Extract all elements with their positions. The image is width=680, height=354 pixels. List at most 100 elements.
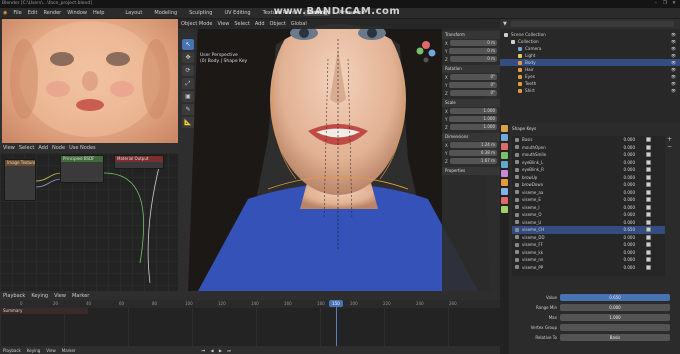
properties-tab-icon[interactable] xyxy=(501,161,508,168)
shape-key-row[interactable]: mouthSmile 0.000 xyxy=(512,151,665,159)
shape-key-value[interactable]: 0.000 xyxy=(605,220,635,225)
node-material-output[interactable]: Material Output xyxy=(114,155,164,169)
timeline-menu-marker[interactable]: Marker xyxy=(72,293,89,299)
visibility-eye-icon[interactable]: 👁 xyxy=(671,39,676,44)
current-frame-indicator[interactable]: 150 xyxy=(329,300,343,307)
3d-viewport[interactable]: Object Mode View Select Add Object Globa… xyxy=(178,19,500,291)
shape-key-mute-checkbox[interactable] xyxy=(646,174,651,180)
workspace-tab-sculpting[interactable]: Sculpting xyxy=(186,10,215,16)
properties-tab-icon[interactable] xyxy=(501,179,508,186)
footer-marker[interactable]: Marker xyxy=(62,348,76,353)
timeline-editor[interactable]: Playback Keying View Marker 0 20 40 60 80 100… xyxy=(0,291,500,354)
shape-key-row[interactable]: Basis 0.000 xyxy=(512,136,665,144)
shape-key-value[interactable]: 0.000 xyxy=(605,182,635,187)
frame-ruler[interactable]: 0 20 40 60 80 100 120 140 160 180 200 220 240 260 xyxy=(0,300,500,308)
visibility-eye-icon[interactable]: 👁 xyxy=(671,67,676,72)
shape-key-row[interactable]: viseme_U 0.000 xyxy=(512,219,665,227)
property-field-input[interactable]: 0.650 xyxy=(560,293,670,301)
footer-playback[interactable]: Playback xyxy=(3,348,21,353)
properties-tab-icon[interactable] xyxy=(501,125,508,132)
menu-help[interactable]: Help xyxy=(93,10,104,16)
annotate-tool-icon[interactable]: ✎ xyxy=(182,104,194,115)
shape-key-mute-checkbox[interactable] xyxy=(646,144,651,150)
properties-tab-icon[interactable] xyxy=(501,152,508,159)
shape-key-mute-checkbox[interactable] xyxy=(646,197,651,203)
visibility-eye-icon[interactable]: 👁 xyxy=(671,46,676,51)
outliner-item[interactable]: Teeth 👁 xyxy=(500,80,680,87)
npanel-field-input[interactable]: 1.000 xyxy=(449,116,497,122)
rotate-tool-icon[interactable]: ⟳ xyxy=(182,65,194,76)
shape-key-mute-checkbox[interactable] xyxy=(646,227,651,233)
shape-key-mute-checkbox[interactable] xyxy=(646,204,651,210)
measure-tool-icon[interactable]: 📐 xyxy=(182,117,194,128)
shape-key-value[interactable]: 0.000 xyxy=(605,257,635,262)
shape-key-row[interactable]: eyeBlink_R 0.000 xyxy=(512,166,665,174)
properties-tab-icon[interactable] xyxy=(501,134,508,141)
npanel-field-input[interactable]: 0 m xyxy=(449,48,497,54)
menu-file[interactable]: File xyxy=(13,10,21,16)
timeline-menu-keying[interactable]: Keying xyxy=(31,293,48,299)
shape-key-row[interactable]: viseme_O 0.000 xyxy=(512,211,665,219)
shape-key-value[interactable]: 0.000 xyxy=(605,145,635,150)
shape-key-mute-checkbox[interactable] xyxy=(646,249,651,255)
property-field-input[interactable]: 1.000 xyxy=(560,313,670,321)
menu-render[interactable]: Render xyxy=(43,10,61,16)
shape-key-row[interactable]: viseme_CH 0.650 xyxy=(512,226,665,234)
shader-node-editor[interactable]: View Select Add Node Use Nodes Image Tex… xyxy=(0,143,178,291)
vp-menu-view[interactable]: View xyxy=(218,21,230,27)
shape-key-value[interactable]: 0.000 xyxy=(605,190,635,195)
npanel-section-header[interactable]: Properties xyxy=(442,167,500,175)
shape-key-value[interactable]: 0.000 xyxy=(605,167,635,172)
vp-menu-select[interactable]: Select xyxy=(234,21,249,27)
shape-key-value[interactable]: 0.650 xyxy=(605,227,635,232)
shape-key-value[interactable]: 0.000 xyxy=(605,250,635,255)
npanel-field-input[interactable]: 0 m xyxy=(449,56,497,62)
shape-key-mute-checkbox[interactable] xyxy=(646,257,651,263)
maximize-button[interactable]: ❐ xyxy=(661,0,669,8)
npanel-field-input[interactable]: 1.000 xyxy=(449,124,497,130)
node-principled-bsdf[interactable]: Principled BSDF xyxy=(60,155,104,183)
timeline-menu-view[interactable]: View xyxy=(54,293,66,299)
npanel-field-input[interactable]: 0° xyxy=(449,82,497,88)
outliner-item[interactable]: Eyes 👁 xyxy=(500,73,680,80)
footer-keying[interactable]: Keying xyxy=(27,348,40,353)
properties-tab-icon[interactable] xyxy=(501,170,508,177)
outliner-item[interactable]: Light 👁 xyxy=(500,52,680,59)
shape-key-mute-checkbox[interactable] xyxy=(646,219,651,225)
outliner-search-input[interactable] xyxy=(510,21,674,27)
property-field-input[interactable] xyxy=(560,323,670,331)
visibility-eye-icon[interactable]: 👁 xyxy=(671,81,676,86)
workspace-tab-modeling[interactable]: Modeling xyxy=(151,10,180,16)
vp-menu-object[interactable]: Object xyxy=(270,21,286,27)
menu-edit[interactable]: Edit xyxy=(28,10,38,16)
transform-tool-icon[interactable]: ▣ xyxy=(182,91,194,102)
visibility-eye-icon[interactable]: 👁 xyxy=(671,32,676,37)
shape-key-row[interactable]: viseme_PP 0.000 xyxy=(512,264,665,272)
footer-view[interactable]: View xyxy=(46,348,56,353)
shape-key-value[interactable]: 0.000 xyxy=(605,212,635,217)
npanel-field-input[interactable]: 0 m xyxy=(449,40,497,46)
shape-key-value[interactable]: 0.000 xyxy=(605,137,635,142)
shape-key-mute-checkbox[interactable] xyxy=(646,189,651,195)
shape-key-row[interactable]: viseme_nn 0.000 xyxy=(512,256,665,264)
properties-editor[interactable]: Shape Keys Basis 0.000 mouthOpen 0.000 mouth… xyxy=(500,123,680,354)
npanel-section-header[interactable]: Dimensions xyxy=(442,133,500,141)
npanel-field-input[interactable]: 0° xyxy=(449,90,497,96)
shape-key-list[interactable]: Basis 0.000 mouthOpen 0.000 mouthSmile 0.000 e… xyxy=(512,136,665,276)
shape-key-row[interactable]: viseme_DD 0.000 xyxy=(512,234,665,242)
shape-key-value[interactable]: 0.000 xyxy=(605,175,635,180)
shape-key-mute-checkbox[interactable] xyxy=(646,182,651,188)
shape-key-mute-checkbox[interactable] xyxy=(646,167,651,173)
shape-keys-section-title[interactable]: Shape Keys xyxy=(512,126,536,134)
playback-controls-icon[interactable]: ⏮ ◀ ▶ ⏭ xyxy=(202,348,233,353)
outliner-filter-icon[interactable]: ▼ xyxy=(503,21,507,27)
npanel-field-input[interactable]: 1.24 m xyxy=(449,142,497,148)
visibility-eye-icon[interactable]: 👁 xyxy=(671,74,676,79)
outliner-item[interactable]: Shirt 👁 xyxy=(500,87,680,94)
properties-tab-icon[interactable] xyxy=(501,206,508,213)
visibility-eye-icon[interactable]: 👁 xyxy=(671,88,676,93)
shape-key-value[interactable]: 0.000 xyxy=(605,265,635,270)
shape-key-mute-checkbox[interactable] xyxy=(646,137,651,143)
shape-key-value[interactable]: 0.000 xyxy=(605,205,635,210)
shape-key-value[interactable]: 0.000 xyxy=(605,235,635,240)
